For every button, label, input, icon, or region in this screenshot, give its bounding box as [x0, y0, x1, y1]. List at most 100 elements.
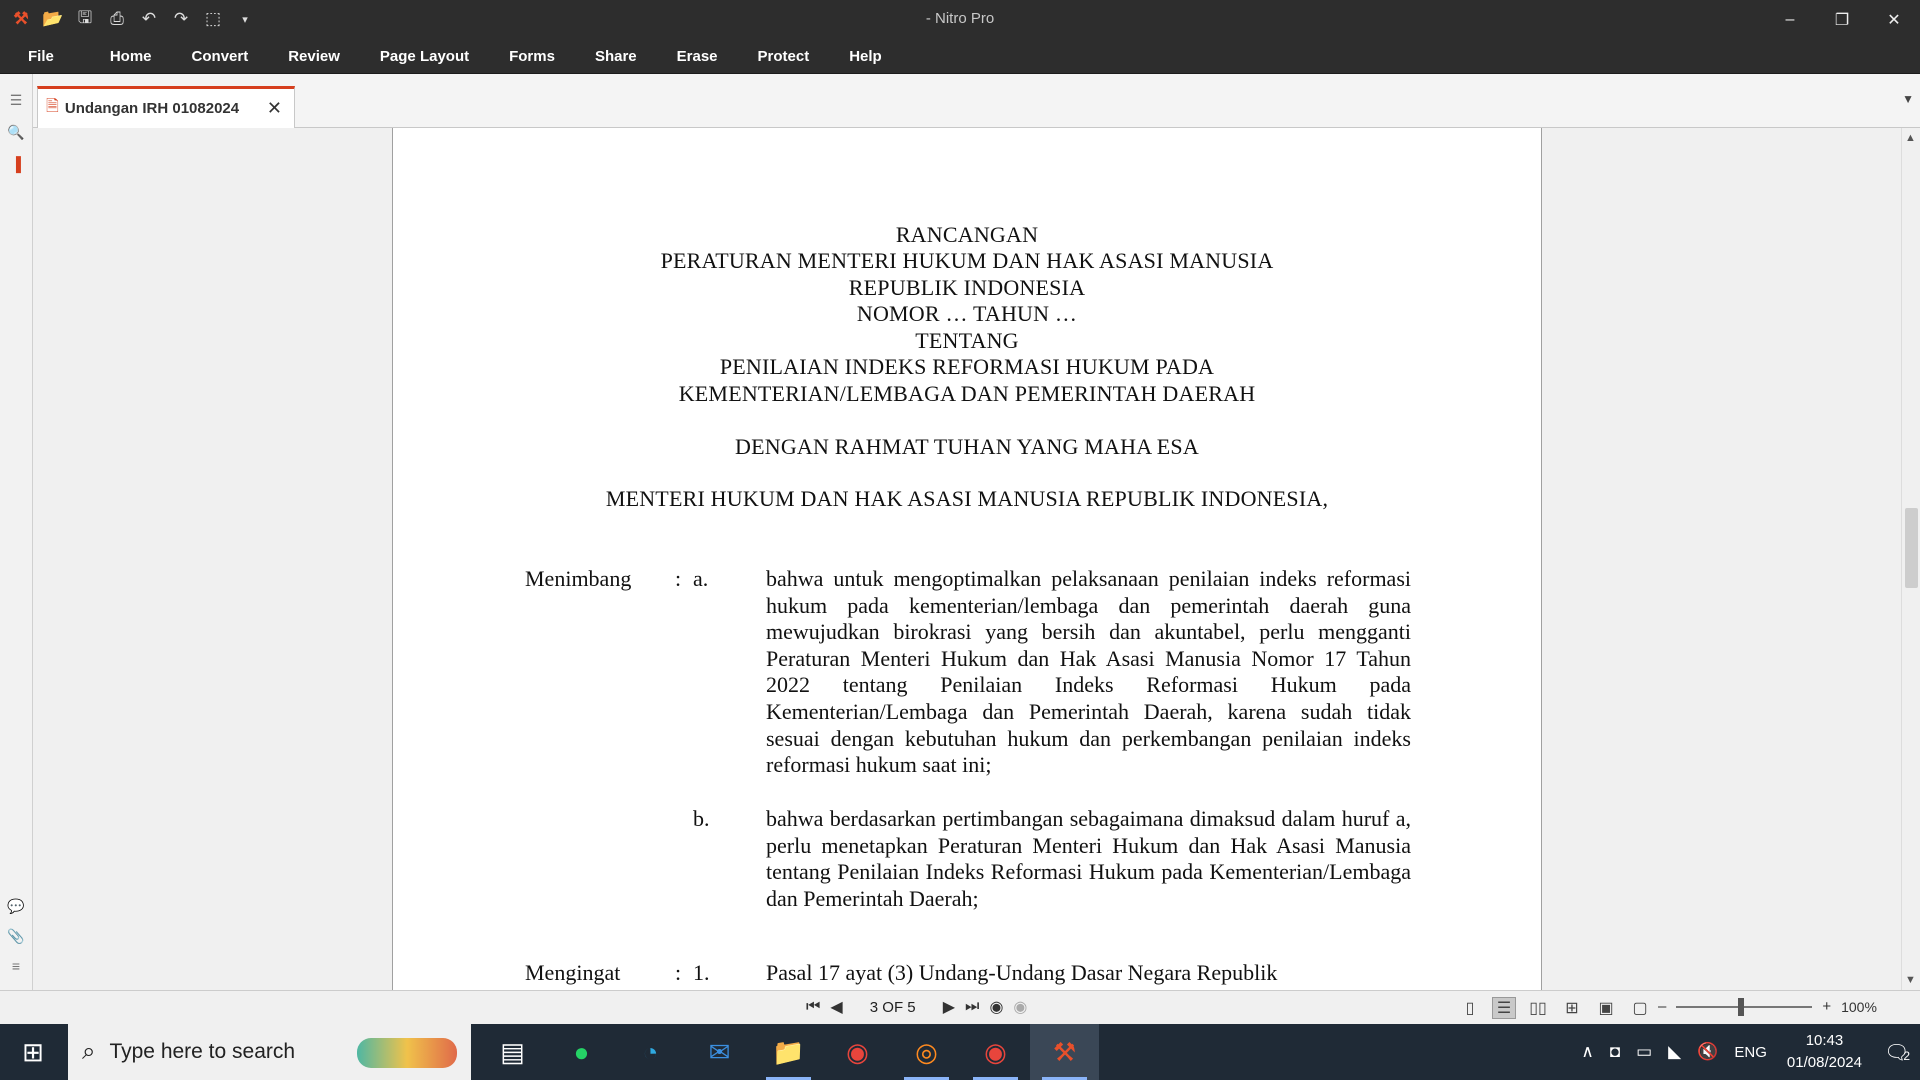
- document-tab-label: Undangan IRH 01082024: [64, 100, 240, 117]
- view-mode-buttons: ▯ ☰ ▯▯ ⊞ ▣ ▢: [1458, 997, 1652, 1019]
- search-panel-icon[interactable]: 🔍: [7, 124, 25, 144]
- next-view-icon[interactable]: ◉: [1013, 997, 1027, 1017]
- page-indicator[interactable]: 3 OF 5: [853, 999, 933, 1016]
- item-a-text: bahwa untuk mengoptimalkan pelaksanaan p…: [766, 566, 1411, 778]
- meet-now-icon[interactable]: ◘: [1610, 1042, 1620, 1062]
- mengingat-label: Mengingat: [525, 960, 621, 985]
- app-title: - Nitro Pro: [925, 10, 995, 27]
- ribbon-menu-bar: File Home Convert Review Page Layout For…: [0, 40, 1920, 74]
- tab-list-dropdown-icon[interactable]: ▼: [1902, 92, 1914, 106]
- comments-panel-icon[interactable]: 💬: [7, 898, 25, 918]
- item-1-text: Pasal 17 ayat (3) Undang-Undang Dasar Ne…: [766, 960, 1278, 985]
- full-screen-icon[interactable]: ▣: [1594, 997, 1618, 1019]
- header-line: KEMENTERIAN/LEMBAGA DAN PEMERINTAH DAERA…: [678, 381, 1256, 406]
- zoom-slider[interactable]: [1676, 997, 1813, 1016]
- system-tray: ∧ ◘ ▭ ◣ 🔇 ENG 10:43 01/08/2024 🗨 2: [1573, 1024, 1920, 1080]
- pages-panel-icon[interactable]: ☰: [7, 92, 25, 112]
- menu-convert[interactable]: Convert: [192, 48, 249, 65]
- language-indicator[interactable]: ENG: [1734, 1044, 1767, 1061]
- chrome-profile-icon[interactable]: ◉: [961, 1024, 1030, 1080]
- menu-protect[interactable]: Protect: [758, 48, 810, 65]
- search-icon: ⌕: [82, 1038, 96, 1065]
- attachments-panel-icon[interactable]: 📎: [7, 928, 25, 948]
- menu-help[interactable]: Help: [849, 48, 882, 65]
- menu-page-layout[interactable]: Page Layout: [380, 48, 469, 65]
- windows-taskbar: ⊞ ⌕ Type here to search ▤ ● ◔ ✉ 📁 ◉ ◎ ◉ …: [0, 1024, 1920, 1080]
- task-view-icon[interactable]: ▤: [478, 1024, 547, 1080]
- wifi-icon[interactable]: ◣: [1668, 1042, 1681, 1062]
- item-b-marker: b.: [693, 806, 710, 831]
- menu-forms[interactable]: Forms: [509, 48, 555, 65]
- scroll-down-icon[interactable]: ▼: [1905, 974, 1916, 986]
- restore-icon[interactable]: ❐: [1816, 0, 1868, 40]
- menu-share[interactable]: Share: [595, 48, 637, 65]
- windows-start-icon[interactable]: ⊞: [0, 1024, 66, 1080]
- zoom-in-icon[interactable]: +: [1822, 998, 1831, 1015]
- whatsapp-icon[interactable]: ●: [547, 1024, 616, 1080]
- taskbar-apps: ▤ ● ◔ ✉ 📁 ◉ ◎ ◉ ⚒: [478, 1024, 1099, 1080]
- output-panel-icon[interactable]: ≡: [7, 958, 25, 978]
- last-page-icon[interactable]: ⏭: [965, 998, 979, 1016]
- zoom-out-icon[interactable]: –: [1658, 998, 1666, 1015]
- continuous-view-icon[interactable]: ☰: [1492, 997, 1516, 1019]
- previous-view-icon[interactable]: ◉: [989, 997, 1003, 1017]
- menimbang-colon: :: [675, 566, 682, 591]
- minimize-icon[interactable]: –: [1764, 0, 1816, 40]
- close-window-icon[interactable]: ✕: [1868, 0, 1920, 40]
- document-tab-strip: 🗎 Undangan IRH 01082024 ✕ ▼: [33, 74, 1920, 128]
- clock-date: 01/08/2024: [1786, 1054, 1862, 1071]
- header-line: TENTANG: [915, 328, 1019, 353]
- next-page-icon[interactable]: ▶: [943, 997, 955, 1017]
- first-page-icon[interactable]: ⏮: [806, 998, 820, 1016]
- document-page: RANCANGAN PERATURAN MENTERI HUKUM DAN HA…: [392, 128, 1542, 990]
- close-tab-icon[interactable]: ✕: [267, 98, 282, 119]
- page-navigation: ⏮ ◀ 3 OF 5 ▶ ⏭ ◉ ◉: [806, 997, 1027, 1017]
- notification-center-icon[interactable]: 🗨 2: [1874, 1024, 1920, 1080]
- menu-file[interactable]: File: [28, 48, 54, 65]
- edge-icon[interactable]: ◔: [616, 1024, 685, 1080]
- presentation-view-icon[interactable]: ▢: [1628, 997, 1652, 1019]
- header-line: PENILAIAN INDEKS REFORMASI HUKUM PADA: [719, 354, 1215, 379]
- zoom-slider-thumb[interactable]: [1738, 997, 1745, 1016]
- zoom-level[interactable]: 100%: [1841, 999, 1877, 1015]
- mengingat-colon: :: [675, 960, 682, 985]
- show-hidden-icons-icon[interactable]: ∧: [1581, 1042, 1593, 1062]
- header-line: PERATURAN MENTERI HUKUM DAN HAK ASASI MA…: [660, 248, 1274, 273]
- menu-home[interactable]: Home: [110, 48, 152, 65]
- clock[interactable]: 10:43 01/08/2024: [1787, 1030, 1862, 1074]
- scroll-up-icon[interactable]: ▲: [1905, 132, 1916, 144]
- zoom-control: – + 100%: [1658, 997, 1877, 1016]
- facing-continuous-view-icon[interactable]: ⊞: [1560, 997, 1584, 1019]
- status-bar: ⏮ ◀ 3 OF 5 ▶ ⏭ ◉ ◉ ▯ ☰ ▯▯ ⊞ ▣ ▢ – + 100%: [0, 990, 1920, 1024]
- volume-muted-icon[interactable]: 🔇: [1697, 1042, 1718, 1062]
- item-b-text: bahwa berdasarkan pertimbangan sebagaima…: [766, 806, 1411, 911]
- clock-time: 10:43: [1805, 1032, 1844, 1049]
- mail-icon[interactable]: ✉: [685, 1024, 754, 1080]
- document-viewport[interactable]: RANCANGAN PERATURAN MENTERI HUKUM DAN HA…: [33, 128, 1901, 990]
- document-tab[interactable]: 🗎 Undangan IRH 01082024 ✕: [37, 86, 295, 128]
- scroll-thumb[interactable]: [1905, 508, 1918, 588]
- firefox-icon[interactable]: ◎: [892, 1024, 961, 1080]
- taskbar-search[interactable]: ⌕ Type here to search: [68, 1024, 471, 1080]
- previous-page-icon[interactable]: ◀: [830, 997, 842, 1017]
- item-1-marker: 1.: [693, 960, 710, 985]
- header-line: REPUBLIK INDONESIA: [848, 275, 1086, 300]
- minister-line: MENTERI HUKUM DAN HAK ASASI MANUSIA REPU…: [605, 486, 1329, 511]
- search-highlight-image: [357, 1038, 457, 1068]
- nitro-pro-icon[interactable]: ⚒: [1030, 1024, 1099, 1080]
- menimbang-label: Menimbang: [525, 566, 632, 591]
- bookmarks-panel-icon[interactable]: ▐: [7, 156, 25, 176]
- title-bar: ⚒ 📂 🖫 ⎙ ↶ ↷ ⬚ ▾ - Nitro Pro – ❐ ✕: [0, 0, 1920, 40]
- vertical-scrollbar[interactable]: ▲ ▼: [1901, 128, 1920, 990]
- notification-count: 2: [1903, 1049, 1911, 1063]
- facing-view-icon[interactable]: ▯▯: [1526, 997, 1550, 1019]
- chrome-icon[interactable]: ◉: [823, 1024, 892, 1080]
- left-sidebar: ☰ 🔍 ▐ 💬 📎 ≡: [0, 74, 33, 992]
- file-explorer-icon[interactable]: 📁: [754, 1024, 823, 1080]
- menu-review[interactable]: Review: [288, 48, 340, 65]
- battery-icon[interactable]: ▭: [1636, 1042, 1652, 1062]
- single-page-view-icon[interactable]: ▯: [1458, 997, 1482, 1019]
- menu-erase[interactable]: Erase: [677, 48, 718, 65]
- pdf-file-icon: 🗎: [46, 98, 59, 115]
- header-line: RANCANGAN: [895, 222, 1039, 247]
